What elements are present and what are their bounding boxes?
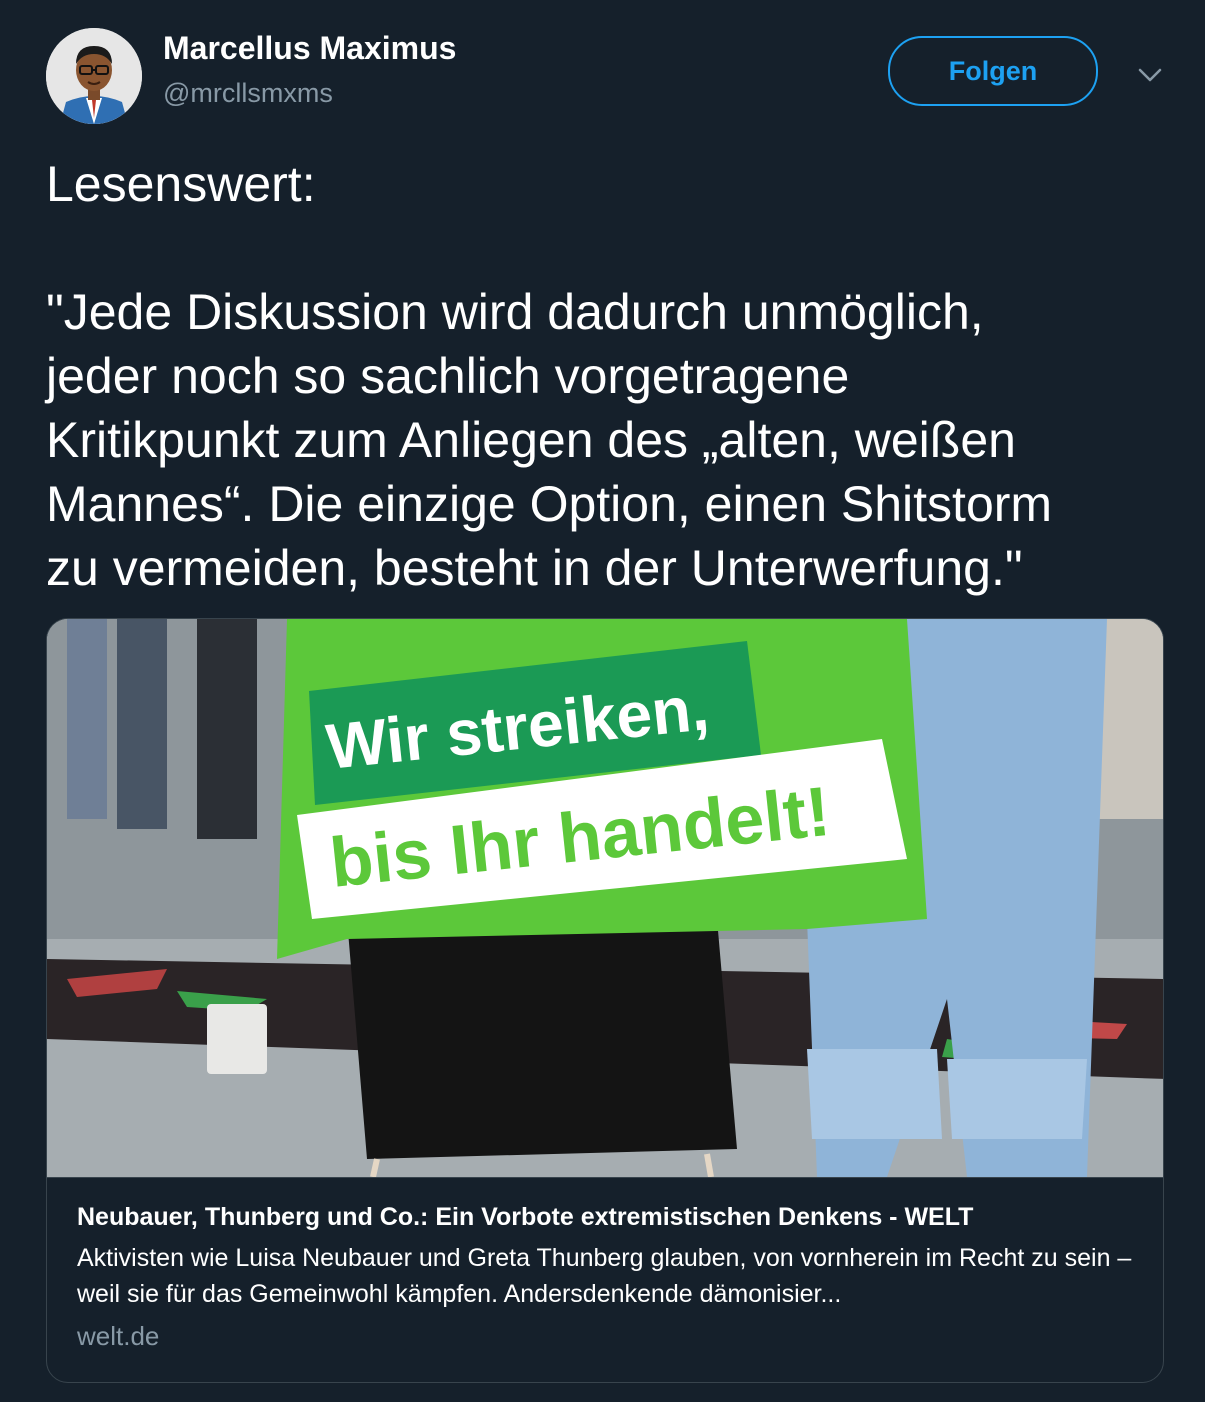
tweet-line: zu vermeiden, besteht in der Unterwerfun…	[46, 540, 1023, 596]
card-domain: welt.de	[77, 1321, 160, 1351]
card-description: Aktivisten wie Luisa Neubauer und Greta …	[77, 1244, 1132, 1308]
follow-button[interactable]: Folgen	[888, 36, 1098, 106]
tweet-line: Lesenswert:	[46, 156, 316, 212]
handle[interactable]: @mrcllsmxms	[163, 78, 333, 109]
tweet-line-blank	[46, 216, 1176, 280]
tweet-line: jeder noch so sachlich vorgetragene	[46, 348, 850, 404]
tweet-text: Lesenswert: "Jede Diskussion wird dadurc…	[46, 152, 1176, 600]
tweet: Marcellus Maximus @mrcllsmxms Folgen Les…	[0, 0, 1205, 1402]
display-name[interactable]: Marcellus Maximus	[163, 30, 456, 67]
tweet-line: Kritikpunkt zum Anliegen des „alten, wei…	[46, 412, 1016, 468]
avatar[interactable]	[46, 28, 142, 124]
card-title[interactable]: Neubauer, Thunberg und Co.: Ein Vorbote …	[77, 1200, 1135, 1234]
card-photo: Wir streiken, bis Ihr handelt!	[47, 619, 1163, 1177]
card-image[interactable]: Wir streiken, bis Ihr handelt!	[47, 619, 1163, 1177]
chevron-down-icon[interactable]	[1136, 62, 1164, 86]
link-card[interactable]: Wir streiken, bis Ihr handelt! Neubauer,…	[46, 618, 1164, 1383]
tweet-line: "Jede Diskussion wird dadurch unmöglich,	[46, 284, 984, 340]
card-body[interactable]: Neubauer, Thunberg und Co.: Ein Vorbote …	[47, 1177, 1163, 1382]
avatar-illustration	[46, 28, 142, 124]
tweet-line: Mannes“. Die einzige Option, einen Shits…	[46, 476, 1053, 532]
